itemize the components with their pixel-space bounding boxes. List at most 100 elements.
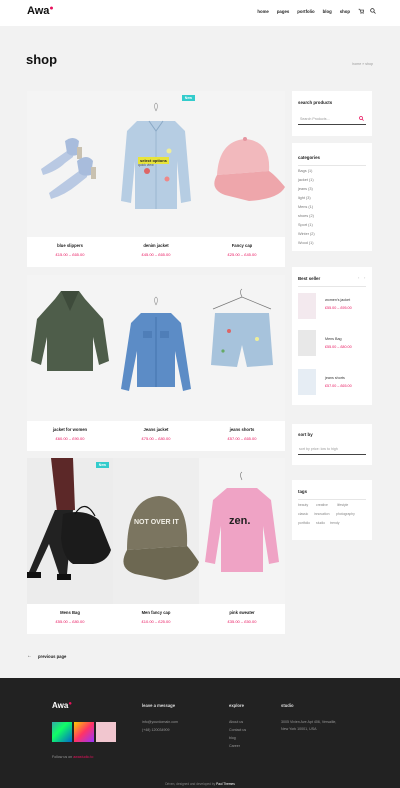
nav-blog[interactable]: blog [323, 9, 332, 14]
product-name[interactable]: jacket for women [27, 427, 113, 432]
product-name[interactable]: blue slippers [27, 243, 113, 248]
product-name[interactable]: jeans shorts [199, 427, 285, 432]
sort-widget: sort by sort by price: low to high [292, 424, 372, 465]
product-card[interactable]: jeans shorts £57.00 – £65.00 [199, 275, 285, 451]
product-card[interactable]: Jeans jacket £75.00 – £80.00 [113, 275, 199, 451]
product-image[interactable] [27, 275, 113, 421]
product-price: £25.00 – £45.00 [227, 252, 257, 257]
product-thumbnail[interactable] [298, 330, 316, 356]
footer-phone: (+48) 120034909 [142, 728, 170, 732]
follow-handle[interactable]: awastudio.to [73, 755, 93, 759]
product-image[interactable]: New select options quick view [113, 91, 199, 237]
product-image[interactable] [27, 91, 113, 237]
instagram-gallery [52, 722, 116, 742]
category-link[interactable]: shoes (2) [298, 214, 314, 218]
site-logo[interactable]: Awa● [27, 5, 54, 17]
prev-arrow-icon[interactable]: ‹ [358, 275, 359, 280]
product-thumbnail[interactable] [298, 293, 316, 319]
category-link[interactable]: jacket (1) [298, 178, 314, 182]
nav-shop[interactable]: shop [340, 9, 350, 14]
product-name[interactable]: denim jacket [113, 243, 199, 248]
svg-text:NOT OVER IT: NOT OVER IT [134, 519, 179, 526]
footer-link[interactable]: Contact us [229, 728, 246, 732]
search-input[interactable]: Search Products... [298, 113, 366, 125]
product-name[interactable]: Jeans jacket [113, 427, 199, 432]
product-thumbnail[interactable] [298, 369, 316, 395]
footer-link[interactable]: blog [229, 736, 236, 740]
categories-widget: categories Bags (1) jacket (1) jeans (3)… [292, 143, 372, 251]
category-link[interactable]: Sport (1) [298, 223, 313, 227]
copyright: Driven, designed and developed by Paul T… [165, 782, 235, 786]
nav-pages[interactable]: pages [277, 9, 289, 14]
product-image[interactable]: New [27, 458, 113, 604]
search-widget: search products Search Products... [292, 91, 372, 136]
category-link[interactable]: Wood (1) [298, 241, 314, 245]
product-card[interactable]: NOT OVER IT Men fancy cap £10.00 – £25.0… [113, 458, 199, 634]
tag-link[interactable]: portfolio [298, 521, 310, 525]
divider [298, 286, 366, 287]
tag-link[interactable]: lifestyle [337, 503, 348, 507]
fancy-cap-image [199, 91, 285, 237]
jeans-jacket-image [113, 275, 199, 421]
category-link[interactable]: light (3) [298, 196, 311, 200]
page-title: shop [26, 52, 58, 67]
tag-link[interactable]: beauty [298, 503, 308, 507]
tags-widget: tags beauty creative lifestyle classic i… [292, 480, 372, 540]
product-card[interactable]: jacket for women £60.00 – £90.00 [27, 275, 113, 451]
divider [298, 165, 366, 166]
product-image[interactable]: zen. [199, 458, 285, 604]
gallery-thumb[interactable] [96, 722, 116, 742]
tag-link[interactable]: photography [336, 512, 355, 516]
sort-select[interactable]: sort by price: low to high [298, 444, 366, 455]
category-link[interactable]: jeans (3) [298, 187, 313, 191]
product-image[interactable]: NOT OVER IT [113, 458, 199, 604]
nav-portfolio[interactable]: portfolio [297, 9, 314, 14]
gallery-thumb[interactable] [52, 722, 72, 742]
nav-home[interactable]: home [257, 9, 268, 14]
tag-link[interactable]: creative [316, 503, 328, 507]
new-badge: New [95, 462, 109, 468]
gallery-thumb[interactable] [74, 722, 94, 742]
previous-page-link[interactable]: previous page [38, 654, 66, 659]
jeans-shorts-image [199, 275, 285, 421]
tag-link[interactable]: classic [298, 512, 308, 516]
tag-link[interactable]: studio [316, 521, 325, 525]
best-seller-name[interactable]: Mens Bag [325, 337, 342, 341]
arrow-left-icon[interactable]: ← [27, 653, 32, 659]
footer-link[interactable]: About us [229, 720, 243, 724]
site-footer: Awa● Follow us on awastudio.to leave a m… [0, 678, 400, 788]
footer-logo[interactable]: Awa● [52, 701, 72, 710]
tag-link[interactable]: trendy [330, 521, 339, 525]
product-card[interactable]: New select options quick view denim jack… [113, 91, 199, 267]
footer-email[interactable]: info@yourdomain.com [142, 720, 178, 724]
widget-title: sort by [298, 432, 313, 437]
search-icon[interactable] [359, 116, 364, 121]
best-seller-name[interactable]: women's jacket [325, 298, 350, 302]
product-card[interactable]: zen. pink sweater £35.00 – £50.00 [199, 458, 285, 634]
product-card[interactable]: New Mens Bag £55.00 – £80.00 [27, 458, 113, 634]
product-image[interactable] [199, 275, 285, 421]
product-name[interactable]: pink sweater [199, 610, 285, 615]
product-image[interactable] [113, 275, 199, 421]
category-link[interactable]: Bags (1) [298, 169, 312, 173]
search-icon[interactable] [370, 8, 376, 14]
best-seller-name[interactable]: jeans shorts [325, 376, 345, 380]
next-arrow-icon[interactable]: › [364, 275, 365, 280]
footer-title: leave a message [142, 703, 176, 708]
category-link[interactable]: Winter (2) [298, 232, 315, 236]
product-name[interactable]: Fancy cap [199, 243, 285, 248]
men-cap-image: NOT OVER IT [113, 458, 199, 604]
product-card[interactable]: Fancy cap £25.00 – £45.00 [199, 91, 285, 267]
product-card[interactable]: blue slippers £15.00 – £65.00 [27, 91, 113, 267]
footer-address: 3005 Vivien Ave Apt 406, Versaille, [281, 720, 337, 724]
mens-bag-image [27, 458, 113, 604]
product-image[interactable] [199, 91, 285, 237]
widget-title: categories [298, 155, 320, 160]
tag-link[interactable]: innovation [314, 512, 329, 516]
footer-link[interactable]: Career [229, 744, 240, 748]
product-name[interactable]: Men fancy cap [113, 610, 199, 615]
category-link[interactable]: Mens (1) [298, 205, 313, 209]
product-name[interactable]: Mens Bag [27, 610, 113, 615]
quick-view-link[interactable]: quick view [138, 163, 154, 167]
cart-icon[interactable] [358, 8, 364, 14]
